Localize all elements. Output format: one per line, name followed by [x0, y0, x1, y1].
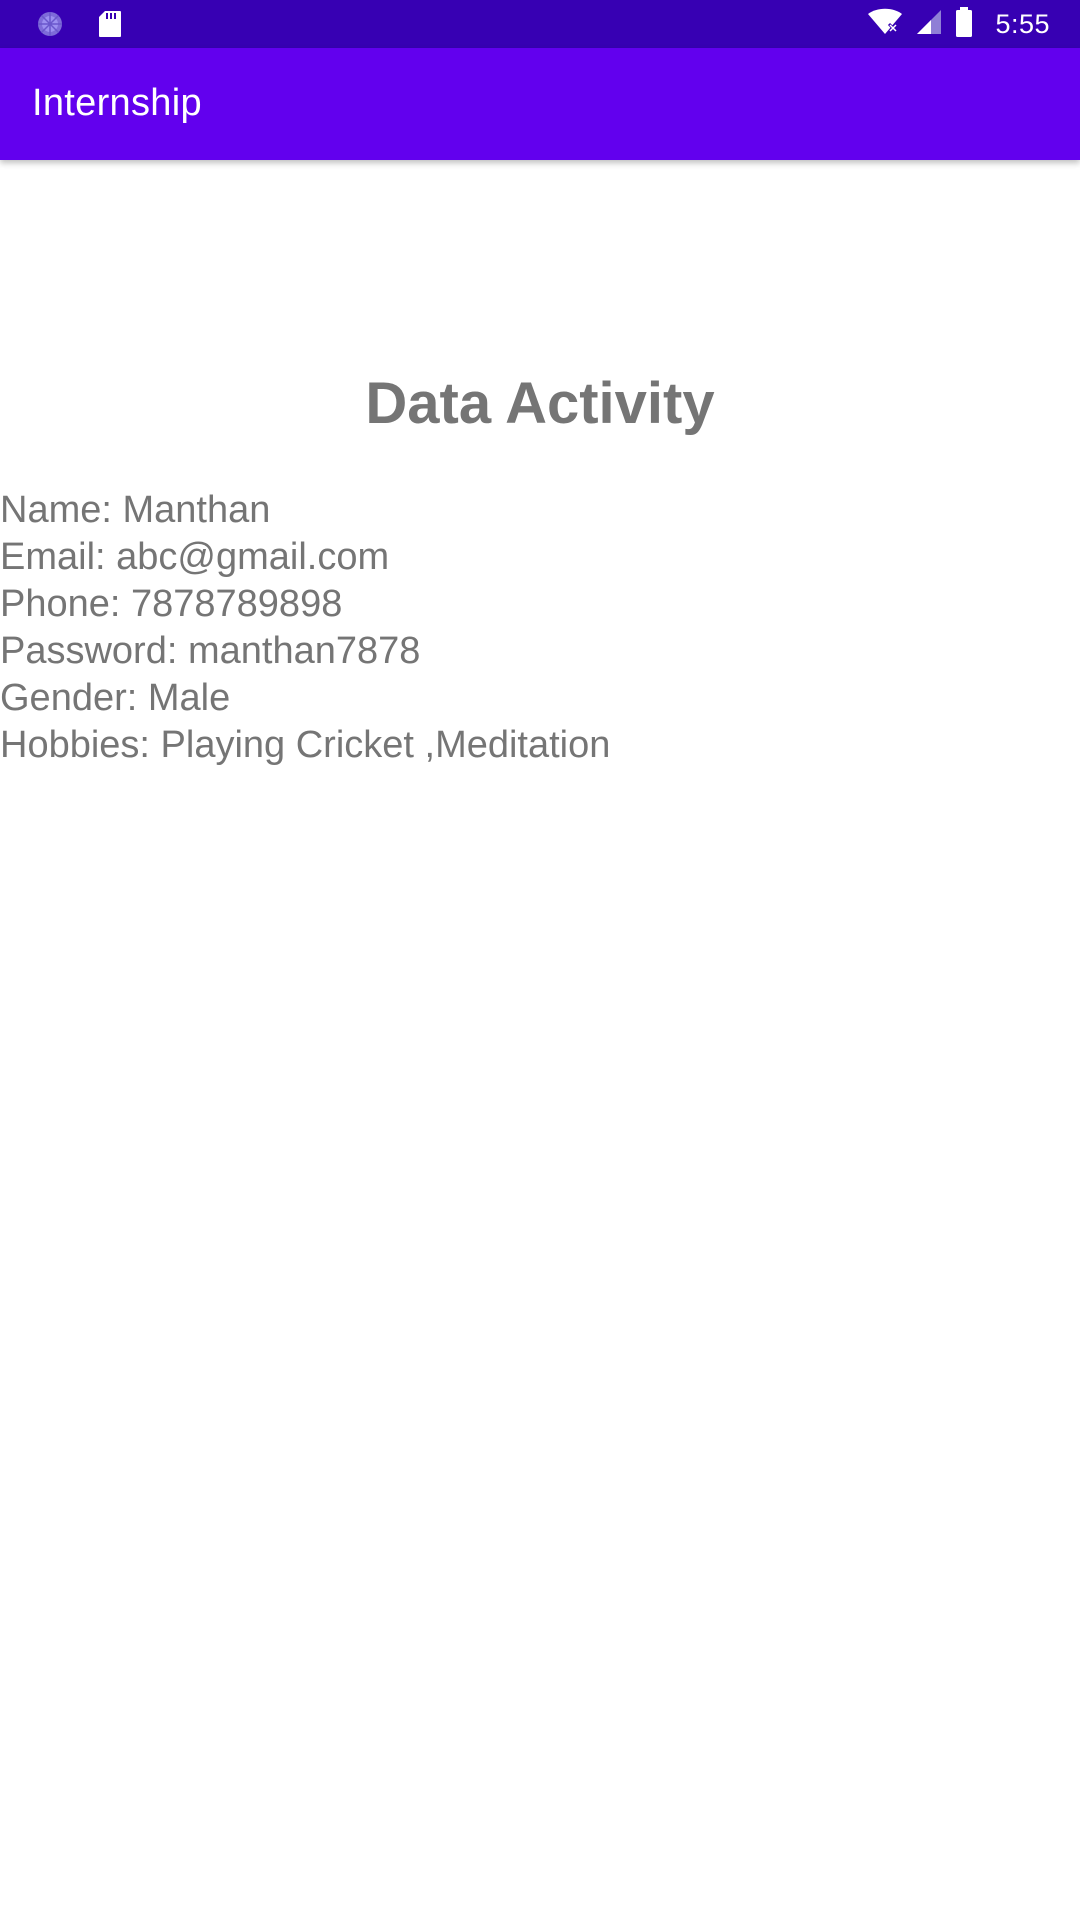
signal-icon [915, 8, 943, 41]
main-content: Data Activity Name: Manthan Email: abc@g… [0, 160, 1080, 1920]
detail-hobbies: Hobbies: Playing Cricket ,Meditation [0, 724, 611, 766]
detail-password: Password: manthan7878 [0, 630, 421, 672]
status-bar-left [36, 10, 122, 43]
wifi-off-icon [867, 8, 903, 41]
detail-name: Name: Manthan [0, 489, 271, 531]
status-bar-right: 5:55 [867, 6, 1050, 42]
detail-phone: Phone: 7878789898 [0, 583, 343, 625]
app-bar: Internship [0, 48, 1080, 160]
status-bar: 5:55 [0, 0, 1080, 48]
sync-icon [36, 10, 64, 43]
detail-email: Email: abc@gmail.com [0, 536, 390, 578]
details-list: Name: Manthan Email: abc@gmail.com Phone… [0, 487, 610, 769]
sd-card-icon [98, 10, 122, 43]
app-title: Internship [32, 82, 202, 124]
detail-gender: Gender: Male [0, 677, 231, 719]
battery-icon [955, 6, 973, 42]
page-heading: Data Activity [365, 371, 715, 436]
status-time: 5:55 [995, 8, 1050, 39]
